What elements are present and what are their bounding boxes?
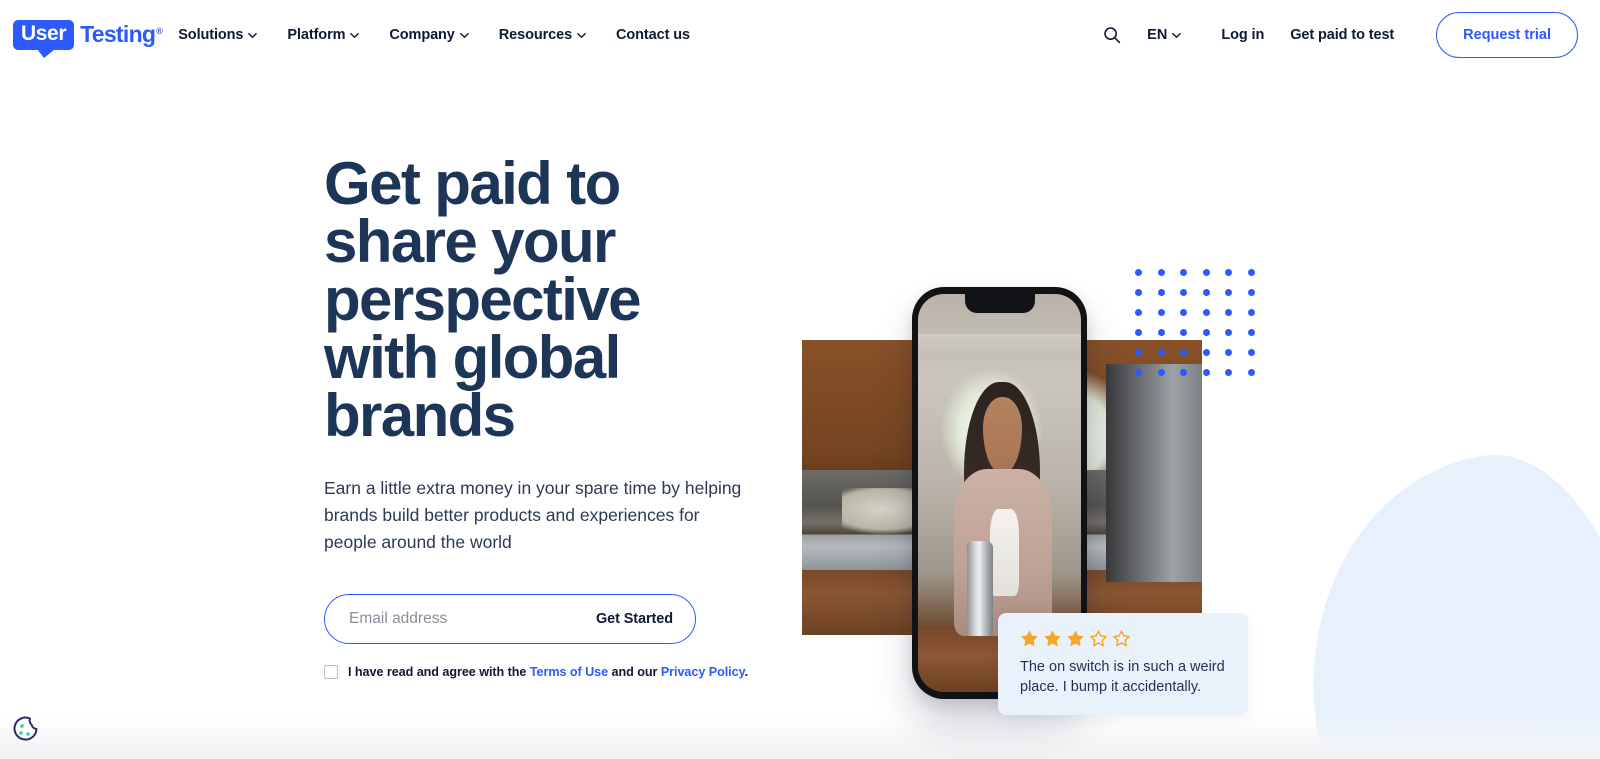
dot-grid-row bbox=[1135, 289, 1255, 296]
terms-of-use-link[interactable]: Terms of Use bbox=[530, 665, 608, 679]
dot-grid-row bbox=[1135, 349, 1255, 356]
nav-item-contact-us[interactable]: Contact us bbox=[616, 27, 690, 43]
dot bbox=[1135, 269, 1142, 276]
dot bbox=[1202, 309, 1210, 316]
page-root: User Testing® Solutions Platform Company… bbox=[0, 0, 1600, 759]
header-utilities: EN Log in Get paid to test Request trial bbox=[1095, 12, 1600, 58]
dot-grid-row bbox=[1135, 369, 1255, 376]
dot bbox=[1157, 289, 1165, 296]
dot bbox=[1180, 269, 1187, 276]
dot bbox=[1157, 349, 1165, 356]
language-selector[interactable]: EN bbox=[1147, 27, 1182, 43]
language-label: EN bbox=[1147, 27, 1168, 43]
dot bbox=[1135, 369, 1142, 376]
consent-row: I have read and agree with the Terms of … bbox=[324, 664, 1084, 680]
dot bbox=[1225, 369, 1232, 376]
logo-wordmark: Testing® bbox=[80, 21, 163, 48]
chevron-down-icon bbox=[350, 31, 360, 40]
site-header: User Testing® Solutions Platform Company… bbox=[0, 0, 1600, 70]
nav-item-company[interactable]: Company bbox=[389, 27, 469, 43]
consent-checkbox[interactable] bbox=[324, 665, 338, 679]
dot bbox=[1135, 289, 1142, 296]
dot bbox=[1247, 289, 1255, 296]
consent-text-before: I have read and agree with the bbox=[348, 665, 530, 679]
dot bbox=[1180, 309, 1187, 316]
dot bbox=[1225, 349, 1232, 356]
hero-subheading: Earn a little extra money in your spare … bbox=[324, 478, 742, 552]
search-icon[interactable] bbox=[1095, 18, 1129, 52]
email-input[interactable] bbox=[349, 610, 596, 628]
dot bbox=[1202, 289, 1210, 296]
login-link[interactable]: Log in bbox=[1221, 27, 1264, 43]
chevron-down-icon bbox=[577, 31, 586, 40]
consent-text: I have read and agree with the Terms of … bbox=[348, 664, 748, 680]
usertesting-logo[interactable]: User Testing® bbox=[13, 20, 163, 58]
dot bbox=[1157, 309, 1165, 316]
chevron-down-icon bbox=[248, 31, 258, 40]
dot bbox=[1247, 369, 1255, 376]
get-started-button[interactable]: Get Started bbox=[596, 611, 673, 627]
dot bbox=[1157, 329, 1165, 336]
page-title: Get paid to share your perspective with … bbox=[324, 150, 642, 449]
dot bbox=[1180, 369, 1187, 376]
dot bbox=[1180, 289, 1187, 296]
nav-label: Contact us bbox=[616, 27, 690, 43]
nav-label: Solutions bbox=[178, 27, 244, 43]
dot bbox=[1135, 329, 1142, 336]
decorative-blob bbox=[1282, 438, 1600, 759]
star-empty-icon bbox=[1113, 630, 1130, 647]
dot bbox=[1202, 349, 1210, 356]
dot bbox=[1135, 349, 1142, 356]
dot bbox=[1247, 349, 1255, 356]
dot bbox=[1225, 269, 1232, 276]
star-empty-icon bbox=[1090, 630, 1107, 647]
dot-grid-row bbox=[1135, 309, 1255, 316]
privacy-policy-link[interactable]: Privacy Policy bbox=[661, 665, 745, 679]
nav-label: Platform bbox=[287, 27, 346, 43]
cookie-preferences-icon[interactable] bbox=[8, 711, 44, 747]
dot bbox=[1225, 329, 1232, 336]
dot bbox=[1202, 269, 1210, 276]
primary-nav: Solutions Platform Company Resources Con… bbox=[178, 27, 690, 43]
dot-grid-row bbox=[1135, 269, 1255, 276]
dot bbox=[1180, 329, 1187, 336]
dot bbox=[1247, 329, 1255, 336]
hero-content: Get paid to share your perspective with … bbox=[324, 150, 1084, 680]
dot bbox=[1157, 269, 1165, 276]
nav-label: Resources bbox=[498, 27, 573, 43]
dot bbox=[1157, 369, 1165, 376]
nav-item-solutions[interactable]: Solutions bbox=[178, 27, 258, 43]
request-trial-button[interactable]: Request trial bbox=[1436, 12, 1578, 58]
dot bbox=[1247, 309, 1255, 316]
dot bbox=[1180, 349, 1187, 356]
consent-text-middle: and our bbox=[608, 665, 661, 679]
get-paid-to-test-link[interactable]: Get paid to test bbox=[1290, 27, 1394, 43]
nav-item-resources[interactable]: Resources bbox=[499, 27, 586, 43]
dot-grid-row bbox=[1135, 329, 1255, 336]
dot bbox=[1225, 309, 1232, 316]
dot bbox=[1247, 269, 1255, 276]
logo-bubble: User bbox=[13, 20, 75, 58]
chevron-down-icon bbox=[459, 31, 469, 40]
registered-mark-icon: ® bbox=[156, 25, 163, 36]
signup-form: Get Started bbox=[324, 594, 696, 644]
chevron-down-icon bbox=[1172, 31, 1182, 40]
dot bbox=[1225, 289, 1232, 296]
consent-text-after: . bbox=[744, 665, 749, 679]
nav-item-platform[interactable]: Platform bbox=[287, 27, 360, 43]
dot bbox=[1202, 369, 1210, 376]
dot bbox=[1135, 309, 1142, 316]
nav-label: Company bbox=[389, 27, 455, 43]
dot-grid-decoration bbox=[1135, 269, 1255, 389]
dot bbox=[1202, 329, 1210, 336]
